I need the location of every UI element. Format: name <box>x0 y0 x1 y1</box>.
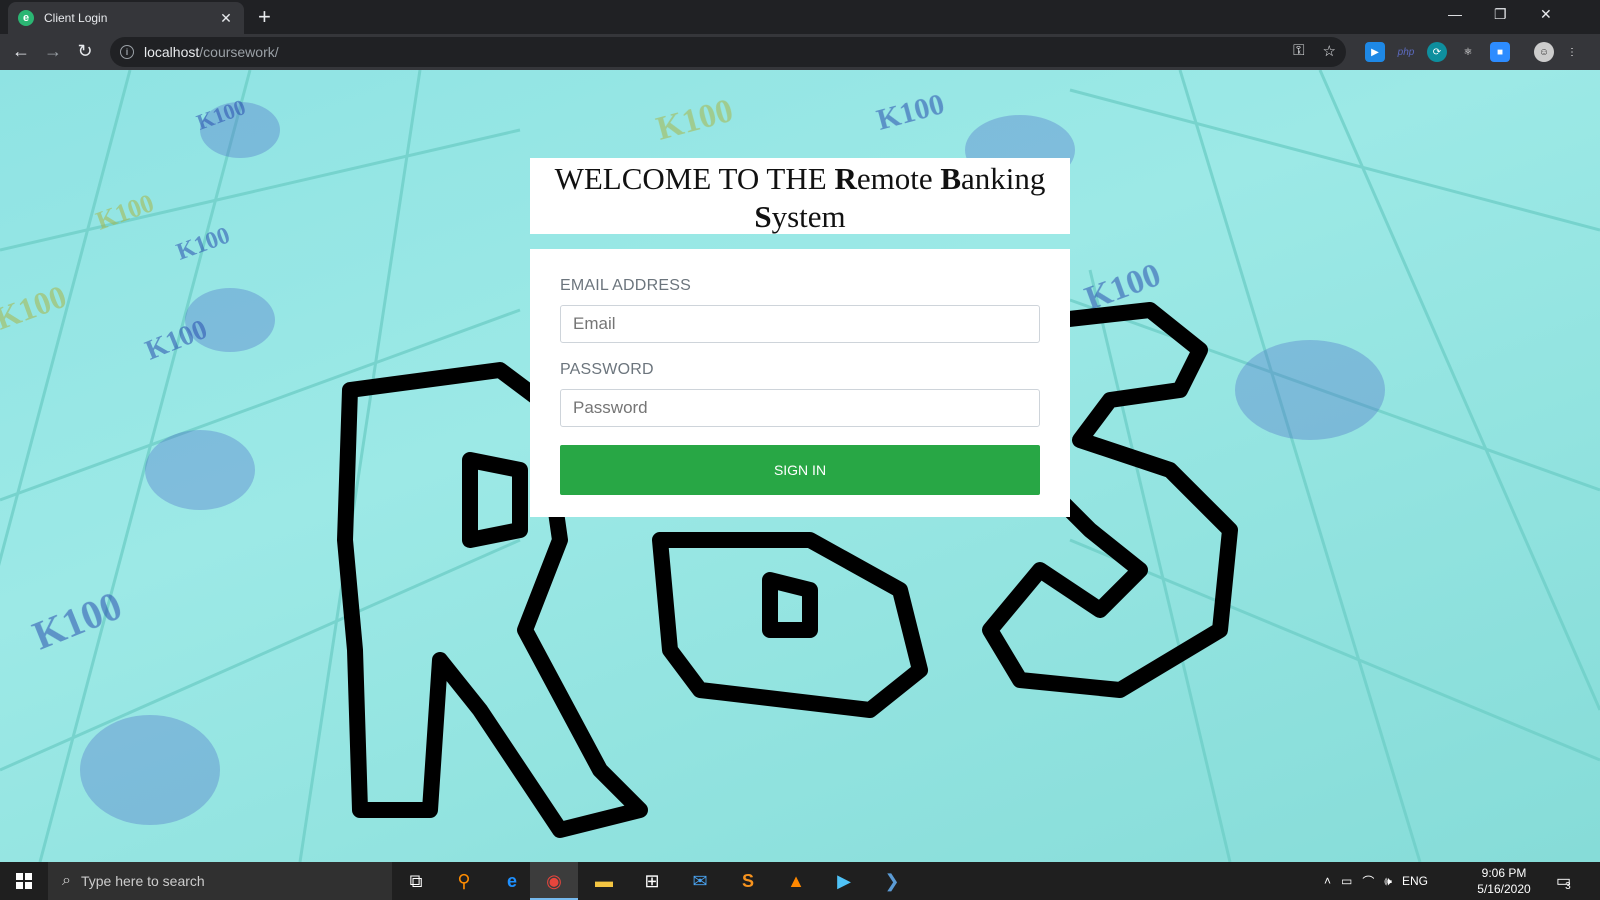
svg-text:K100: K100 <box>27 582 128 658</box>
store-icon[interactable]: ⊞ <box>636 866 668 896</box>
welcome-anking: anking <box>961 161 1046 196</box>
password-label: PASSWORD <box>560 361 654 378</box>
notification-count: 3 <box>1565 880 1571 892</box>
password-field[interactable] <box>560 389 1040 427</box>
svg-text:K100: K100 <box>873 87 948 137</box>
powershell-icon[interactable]: ❯ <box>876 866 908 896</box>
clock-date: 5/16/2020 <box>1477 882 1531 896</box>
windows-taskbar: ⌕ Type here to search ⧉ ⚲ e ◉ ▬ ⊞ ✉ S ▲ … <box>0 862 1600 900</box>
extension-react-icon[interactable]: ⚛ <box>1458 42 1478 62</box>
svg-text:K100: K100 <box>173 223 233 266</box>
key-icon[interactable]: ⚿ <box>1293 42 1304 60</box>
chrome-icon[interactable]: ◉ <box>538 866 570 896</box>
close-tab-icon[interactable]: ✕ <box>218 10 234 27</box>
page-viewport: K100 K100 K100 K100 K100 K100 K100 K100 … <box>0 70 1600 862</box>
email-field[interactable] <box>560 305 1040 343</box>
welcome-S: S <box>754 199 772 234</box>
welcome-emote: emote <box>856 161 941 196</box>
taskbar-search-placeholder: Type here to search <box>80 873 205 889</box>
taskbar-clock[interactable]: 9:06 PM 5/16/2020 <box>1468 865 1540 897</box>
welcome-prefix: WELCOME TO THE <box>554 161 835 196</box>
forward-icon[interactable]: → <box>42 41 64 62</box>
extension-php-icon[interactable]: php <box>1396 42 1416 62</box>
start-button[interactable] <box>0 862 48 900</box>
site-info-icon[interactable]: i <box>120 45 134 59</box>
url-host: localhost <box>144 44 200 60</box>
svg-text:K100: K100 <box>141 314 212 367</box>
minimize-icon[interactable]: — <box>1448 6 1462 22</box>
extension-zoom-icon[interactable]: ■ <box>1490 42 1510 62</box>
wifi-icon[interactable]: ⌒ <box>1362 873 1374 890</box>
task-view-icon[interactable]: ⧉ <box>400 866 432 896</box>
close-window-icon[interactable]: ✕ <box>1540 6 1552 23</box>
svg-text:K100: K100 <box>652 92 736 148</box>
address-bar[interactable]: i localhost /coursework/ ⚿ ☆ <box>110 37 1346 67</box>
browser-tabbar: e Client Login ✕ + — ❐ ✕ <box>0 0 1600 34</box>
browser-toolbar: ← → ↻ i localhost /coursework/ ⚿ ☆ ▶ php… <box>0 34 1600 70</box>
show-hidden-icons-icon[interactable]: ˄ <box>1324 874 1331 888</box>
taskbar-search[interactable]: ⌕ Type here to search <box>48 862 392 900</box>
url-path: /coursework/ <box>199 44 279 60</box>
file-explorer-icon[interactable]: ▬ <box>588 866 620 896</box>
browser-tab[interactable]: e Client Login ✕ <box>8 2 244 34</box>
vlc-icon[interactable]: ▲ <box>780 866 812 896</box>
sign-in-button[interactable]: SIGN IN <box>560 445 1040 495</box>
system-tray: ˄ ▭ ⌒ 🕪 ENG <box>1324 862 1428 900</box>
profile-avatar-icon[interactable]: ☺ <box>1534 42 1554 62</box>
welcome-heading: WELCOME TO THE Remote Banking System <box>530 158 1070 234</box>
email-label: EMAIL ADDRESS <box>560 277 691 294</box>
extension-cast-icon[interactable]: ▶ <box>1365 42 1385 62</box>
welcome-B: B <box>940 161 962 196</box>
volume-icon[interactable]: 🕪 <box>1384 874 1392 889</box>
battery-icon[interactable]: ▭ <box>1341 874 1352 888</box>
language-indicator[interactable]: ENG <box>1402 874 1428 888</box>
clock-time: 9:06 PM <box>1481 866 1527 880</box>
svg-text:K100: K100 <box>92 188 158 236</box>
reload-icon[interactable]: ↻ <box>74 41 96 62</box>
edge-icon[interactable]: e <box>496 866 528 896</box>
extension-sync-icon[interactable]: ⟳ <box>1427 42 1447 62</box>
tab-favicon-icon: e <box>18 10 34 26</box>
remote-app-icon[interactable]: ▶ <box>828 866 860 896</box>
login-card: EMAIL ADDRESS PASSWORD SIGN IN <box>530 249 1070 517</box>
action-center[interactable]: ▭ 3 <box>1556 862 1571 900</box>
welcome-ystem: ystem <box>771 199 846 234</box>
bookmark-star-icon[interactable]: ☆ <box>1323 42 1336 60</box>
restore-icon[interactable]: ❐ <box>1494 6 1507 23</box>
sublime-icon[interactable]: S <box>732 866 764 896</box>
welcome-R: R <box>834 161 857 196</box>
back-icon[interactable]: ← <box>10 41 32 62</box>
search-app-icon[interactable]: ⚲ <box>448 866 480 896</box>
menu-kebab-icon[interactable]: ⋮ <box>1562 42 1582 62</box>
windows-logo-icon <box>16 873 32 889</box>
new-tab-icon[interactable]: + <box>258 4 271 30</box>
tab-title: Client Login <box>44 11 108 25</box>
mail-icon[interactable]: ✉ <box>684 866 716 896</box>
search-icon: ⌕ <box>62 872 71 889</box>
